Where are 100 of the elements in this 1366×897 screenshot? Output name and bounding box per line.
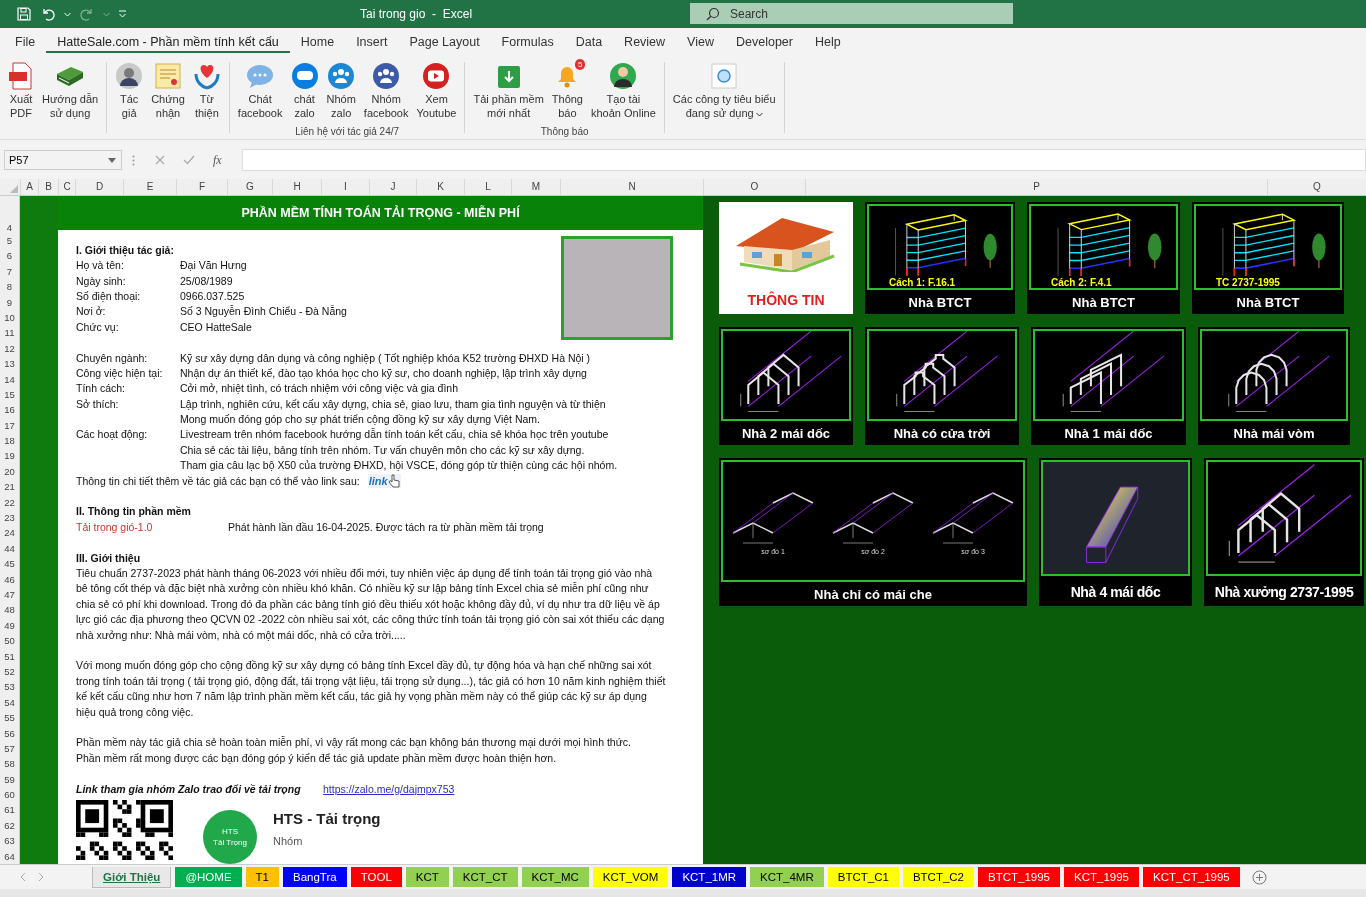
ribbon-tab[interactable]: Page Layout (398, 31, 491, 53)
ribbon-tab[interactable]: Developer (725, 31, 804, 53)
row-header[interactable]: 61 (0, 801, 19, 817)
row-header[interactable]: 10 (0, 308, 19, 324)
sheet-tab[interactable]: BTCT_C1 (827, 866, 899, 887)
ribbon-tab[interactable]: File (4, 31, 47, 53)
scroll-right-icon[interactable] (38, 873, 44, 881)
row-header[interactable]: 12 (0, 339, 19, 355)
row-header[interactable]: 16 (0, 400, 19, 417)
row-header[interactable]: 47 (0, 585, 19, 601)
row-header[interactable]: 50 (0, 631, 19, 648)
diagram-tile[interactable]: Nhà xưởng 2737-1995 (1204, 458, 1364, 606)
sheet-tab[interactable]: BTCT_1995 (978, 866, 1061, 887)
diagram-tile[interactable]: Cách 1: F.16.1 Nhà BTCT (865, 202, 1015, 314)
row-header[interactable]: 13 (0, 354, 19, 371)
ribbon-button[interactable]: Xuất PDF (4, 58, 38, 122)
row-header[interactable]: 15 (0, 385, 19, 401)
ribbon-button[interactable]: Xem Youtube (412, 58, 461, 122)
row-header[interactable]: 23 (0, 508, 19, 525)
sheet-tab[interactable]: T1 (245, 866, 279, 887)
sheet-tab[interactable]: KCT_VOM (592, 866, 669, 887)
row-header[interactable]: 9 (0, 293, 19, 309)
column-header[interactable]: Q (1267, 179, 1366, 195)
diagram-tile[interactable]: Nhà mái vòm (1198, 327, 1350, 445)
row-header[interactable]: 64 (0, 847, 19, 863)
column-header[interactable]: F (176, 179, 227, 195)
caret-icon[interactable] (103, 11, 110, 17)
sheet-tab[interactable]: Giới Thiệu (92, 866, 172, 888)
diagram-tile[interactable]: Nhà 4 mái dốc (1039, 458, 1192, 606)
ribbon-button[interactable]: Các công ty tiêu biểu đang sử dụng (668, 58, 780, 122)
save-icon[interactable] (16, 6, 32, 22)
column-header[interactable]: B (38, 179, 58, 195)
name-box[interactable]: P57 (4, 150, 122, 170)
sheet-tab[interactable]: TOOL (350, 866, 402, 887)
row-header[interactable]: 20 (0, 462, 19, 478)
row-header[interactable]: 6 (0, 247, 19, 263)
sheet-tab[interactable]: KCT_1995 (1064, 866, 1139, 887)
column-header[interactable]: C (58, 179, 75, 195)
redo-icon[interactable] (79, 6, 95, 22)
row-header[interactable]: 11 (0, 323, 19, 340)
link-button[interactable]: link (367, 474, 401, 489)
ribbon-button[interactable]: chát zalo (286, 58, 323, 122)
cancel-icon[interactable] (155, 155, 165, 165)
diagram-tile[interactable]: Nhà có cửa trời (865, 327, 1019, 445)
sheet-tab[interactable]: KCT_CT_1995 (1143, 866, 1240, 887)
row-header[interactable]: 14 (0, 370, 19, 386)
ribbon-tab[interactable]: View (676, 31, 725, 53)
ribbon-button[interactable]: 5 Thông báo (547, 58, 587, 122)
ribbon-tab[interactable]: Home (289, 31, 346, 53)
sheet-tab[interactable]: KCT_4MR (750, 866, 824, 887)
column-header[interactable]: N (560, 179, 703, 195)
ribbon-tab[interactable]: Formulas (490, 31, 565, 53)
search-field[interactable]: Search (690, 3, 1013, 24)
formula-input[interactable] (241, 149, 1366, 171)
column-header[interactable]: I (321, 179, 369, 195)
row-header[interactable]: 21 (0, 477, 19, 494)
row-header[interactable]: 8 (0, 277, 19, 294)
ribbon-button[interactable]: Nhóm zalo (322, 58, 360, 122)
row-header[interactable]: 56 (0, 724, 19, 740)
ribbon-tab[interactable]: Data (564, 31, 614, 53)
row-header[interactable]: 7 (0, 262, 19, 278)
scroll-left-icon[interactable] (20, 873, 26, 881)
column-header[interactable]: M (511, 179, 560, 195)
ribbon-button[interactable]: Tác giả (111, 58, 148, 122)
sheet-tab[interactable]: BTCT_C2 (902, 866, 974, 887)
row-header[interactable]: 60 (0, 785, 19, 802)
column-header[interactable]: D (75, 179, 123, 195)
insert-function-button[interactable]: fx (213, 152, 222, 168)
row-header[interactable]: 46 (0, 570, 19, 586)
row-header[interactable]: 55 (0, 708, 19, 725)
ribbon-button[interactable]: Tạo tài khoản Online (587, 58, 660, 122)
diagram-tile[interactable]: Nhà 2 mái dốc (719, 327, 853, 445)
ribbon-button[interactable]: Hướng dẫn sử dụng (38, 58, 103, 122)
row-header[interactable]: 5 (0, 234, 19, 247)
row-header[interactable]: 18 (0, 431, 19, 448)
row-header[interactable]: 4 (0, 196, 19, 234)
check-icon[interactable] (183, 155, 195, 165)
column-header[interactable]: O (703, 179, 805, 195)
column-header[interactable]: K (416, 179, 464, 195)
undo-icon[interactable] (40, 6, 56, 22)
row-header[interactable]: 58 (0, 754, 19, 771)
column-header[interactable]: J (369, 179, 416, 195)
row-header[interactable]: 63 (0, 831, 19, 848)
customize-toolbar-icon[interactable] (118, 10, 127, 18)
row-header[interactable]: 57 (0, 739, 19, 755)
row-header[interactable]: 59 (0, 770, 19, 786)
ribbon-tab[interactable]: Help (803, 31, 852, 53)
column-header[interactable]: E (123, 179, 176, 195)
search-input[interactable]: Search (728, 5, 932, 22)
row-header[interactable]: 17 (0, 416, 19, 432)
sheet-tab[interactable]: KCT (405, 866, 449, 887)
column-header[interactable]: A (20, 179, 38, 195)
sheet-tab[interactable]: KCT_CT (452, 866, 518, 887)
sheet-tab[interactable]: KCT_MC (521, 866, 589, 887)
url-link[interactable]: https://zalo.me/g/dajmpx753 (323, 781, 455, 797)
ribbon-button[interactable]: Chứng nhận (147, 58, 189, 122)
row-header[interactable]: 48 (0, 601, 19, 617)
row-header[interactable]: 24 (0, 524, 19, 540)
ribbon-tab[interactable]: Insert (345, 31, 399, 53)
row-header[interactable]: 19 (0, 447, 19, 463)
